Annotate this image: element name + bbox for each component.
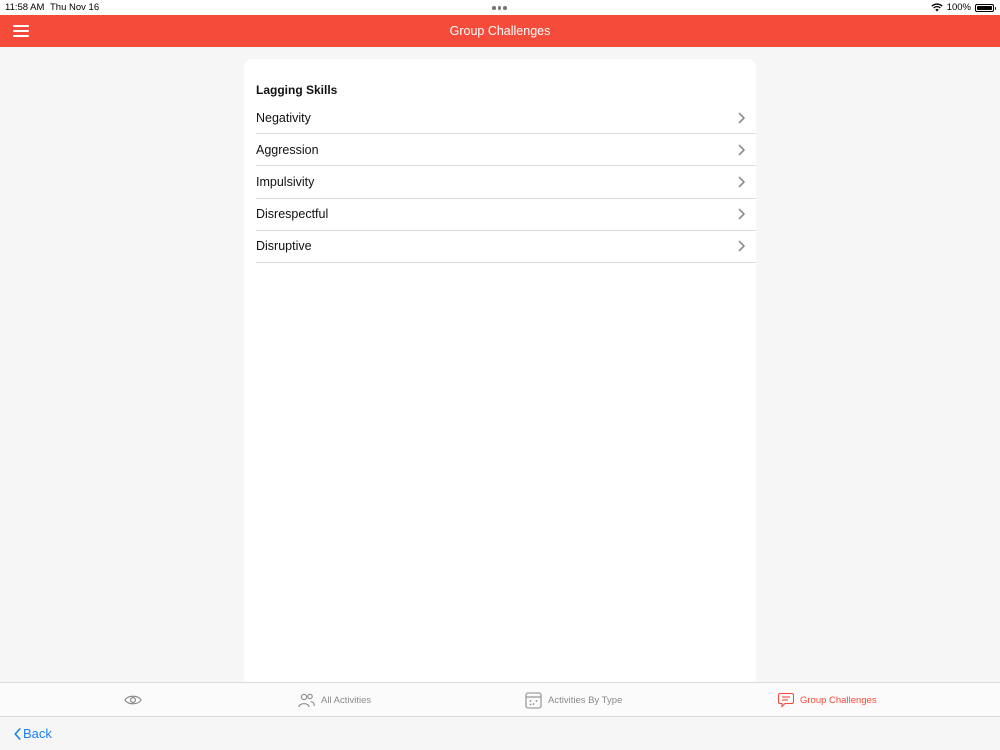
tab-label: Group Challenges: [800, 694, 877, 706]
back-bar: Back: [0, 717, 1000, 750]
chevron-right-icon: [738, 144, 745, 156]
list-item-label: Impulsivity: [256, 174, 315, 189]
tab-label: All Activities: [321, 694, 372, 706]
chat-bubble-icon: [778, 692, 794, 708]
list-item-label: Aggression: [256, 142, 319, 157]
chevron-right-icon: [738, 176, 745, 188]
people-icon: [298, 693, 315, 707]
tab-activities-by-type[interactable]: Activities By Type: [525, 683, 622, 717]
list-item-disruptive[interactable]: Disruptive: [256, 231, 756, 263]
tab-overview[interactable]: [124, 683, 148, 717]
list-item-impulsivity[interactable]: Impulsivity: [256, 166, 756, 199]
eye-icon: [124, 695, 142, 705]
status-indicators: 100%: [931, 2, 996, 13]
chevron-left-icon: [14, 727, 21, 740]
section-title: Lagging Skills: [256, 83, 338, 97]
tab-label: Activities By Type: [548, 694, 623, 706]
status-date: Thu Nov 16: [50, 2, 100, 13]
list-item-negativity[interactable]: Negativity: [256, 102, 756, 135]
list-item-label: Negativity: [256, 110, 311, 125]
battery-percent: 100%: [946, 2, 971, 13]
battery-icon: [975, 3, 996, 12]
list-item-aggression[interactable]: Aggression: [256, 134, 756, 167]
calendar-grid-icon: [525, 691, 542, 709]
lagging-skills-list: Negativity Aggression Impulsivity Disres…: [256, 102, 756, 263]
list-item-label: Disrespectful: [256, 207, 329, 222]
lagging-skills-card: Lagging Skills Negativity Aggression Imp…: [244, 59, 756, 682]
status-bar: 11:58 AM Thu Nov 16 100%: [0, 0, 1000, 15]
tab-all-activities[interactable]: All Activities: [298, 683, 371, 717]
wifi-icon: [931, 3, 943, 12]
back-label: Back: [23, 726, 52, 741]
tab-group-challenges[interactable]: Group Challenges: [778, 683, 877, 717]
list-item-label: Disruptive: [256, 239, 312, 254]
page-title: Group Challenges: [449, 24, 551, 38]
chevron-right-icon: [738, 208, 745, 220]
list-item-disrespectful[interactable]: Disrespectful: [256, 199, 756, 231]
chevron-right-icon: [738, 241, 745, 252]
multitasking-dots-icon[interactable]: [492, 6, 507, 10]
back-button[interactable]: Back: [14, 726, 52, 741]
nav-bar: Group Challenges: [0, 15, 1000, 47]
status-time: 11:58 AM: [5, 2, 45, 13]
tab-bar: All Activities Activities By Type Group …: [0, 682, 1000, 717]
chevron-right-icon: [738, 112, 745, 123]
